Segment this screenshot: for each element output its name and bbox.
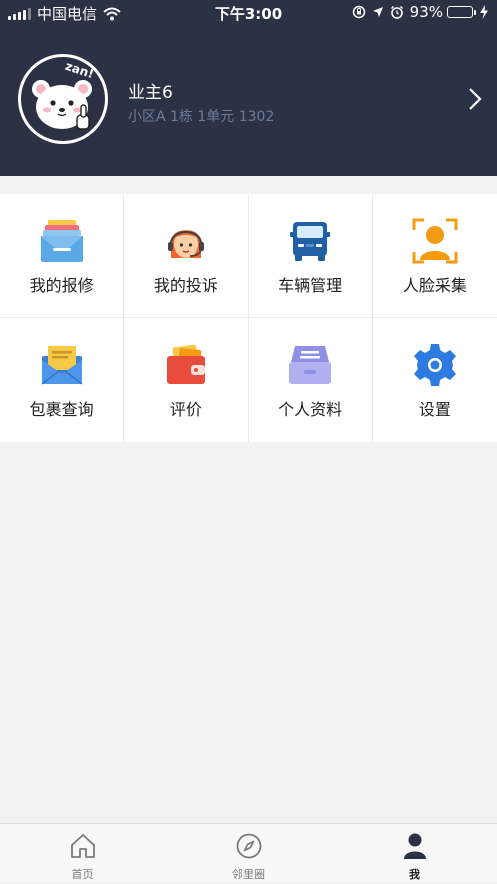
- compass-icon: [236, 833, 261, 859]
- tab-bar: 首页 邻里圈 我: [0, 823, 497, 883]
- status-right: 93%: [352, 3, 489, 21]
- home-icon: [70, 834, 95, 858]
- profile-name: 业主6: [128, 83, 173, 103]
- grid-item-label: 设置: [418, 400, 451, 419]
- location-arrow-icon: [372, 7, 383, 17]
- grid-item-repair[interactable]: 我的报修: [0, 194, 125, 318]
- battery-percent: 93%: [409, 3, 443, 21]
- grid-item-settings[interactable]: 设置: [373, 318, 497, 442]
- orientation-lock-icon: [352, 5, 365, 19]
- avatar[interactable]: zan!: [18, 54, 108, 144]
- wallet-icon: [166, 344, 205, 384]
- grid-item-label: 个人资料: [278, 400, 343, 419]
- status-bar: 中国电信 下午3:00 93%: [0, 0, 497, 26]
- grid-item-label: 我的投诉: [153, 276, 218, 295]
- battery-icon: [447, 6, 476, 18]
- profile-address: 小区A 1栋 1单元 1302: [128, 109, 275, 125]
- profile-header[interactable]: zan! 业主6 小区A 1栋 1单元 1302: [0, 26, 497, 176]
- grid-item-label: 车辆管理: [278, 276, 343, 295]
- car-icon: [290, 222, 331, 261]
- tab-neighborhood[interactable]: 邻里圈: [166, 824, 331, 884]
- face-capture-icon: [412, 218, 458, 264]
- grid-item-complaint[interactable]: 我的投诉: [124, 194, 249, 318]
- grid-item-label: 包裹查询: [29, 400, 94, 419]
- grid-item-label: 我的报修: [29, 276, 94, 295]
- charging-bolt-icon: [480, 5, 488, 19]
- archive-box-icon: [289, 346, 332, 384]
- grid-item-vehicle[interactable]: 车辆管理: [248, 194, 373, 318]
- grid-item-label: 人脸采集: [402, 276, 467, 295]
- grid-item-review[interactable]: 评价: [124, 318, 249, 442]
- complaint-agent-icon: [167, 230, 204, 258]
- tab-label: 首页: [71, 868, 94, 881]
- tab-label: 我: [409, 868, 420, 881]
- person-icon: [403, 833, 426, 859]
- chevron-right-icon[interactable]: [467, 86, 483, 112]
- gear-icon: [413, 344, 456, 386]
- repair-cards-icon: [40, 220, 83, 262]
- feature-grid: 我的报修 我的投诉 车辆管理 人脸采集 包裹查询 评价 个人资料 设置: [0, 194, 497, 442]
- alarm-icon: [390, 5, 403, 19]
- package-envelope-icon: [41, 346, 82, 385]
- tab-home[interactable]: 首页: [0, 824, 165, 884]
- grid-item-face[interactable]: 人脸采集: [372, 194, 497, 318]
- grid-item-profile[interactable]: 个人资料: [249, 318, 373, 442]
- tab-label: 邻里圈: [232, 868, 265, 881]
- grid-item-package[interactable]: 包裹查询: [0, 318, 125, 442]
- grid-item-label: 评价: [169, 400, 202, 419]
- tab-me[interactable]: 我: [332, 824, 497, 884]
